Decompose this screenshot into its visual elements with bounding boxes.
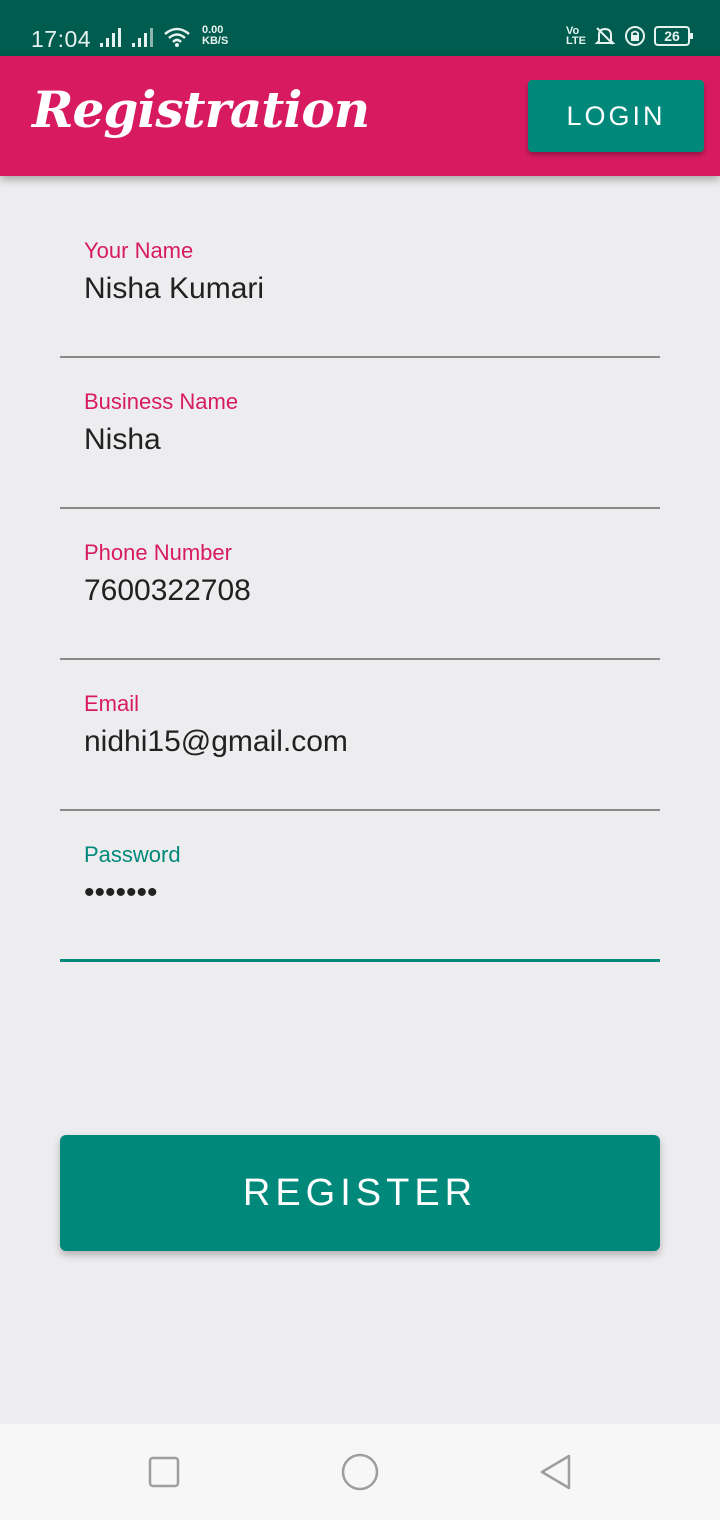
volte-icon: Vo LTE bbox=[566, 26, 586, 47]
rotation-lock-icon bbox=[625, 26, 645, 46]
register-button[interactable]: REGISTER bbox=[60, 1135, 660, 1251]
password-field[interactable]: Password ••••••• bbox=[60, 842, 660, 962]
signal-icon bbox=[100, 28, 121, 47]
battery-indicator: 26 bbox=[654, 26, 693, 46]
net-speed: 0.00 KB/S bbox=[202, 25, 228, 47]
home-circle-icon bbox=[341, 1453, 379, 1491]
email-field-label: Email bbox=[84, 691, 140, 716]
name-field[interactable]: Your Name Nisha Kumari bbox=[60, 238, 660, 358]
name-field-value[interactable]: Nisha Kumari bbox=[84, 272, 264, 306]
bell-off-icon bbox=[594, 27, 616, 45]
email-field-value[interactable]: nidhi15@gmail.com bbox=[84, 725, 348, 759]
volte-bottom: LTE bbox=[566, 35, 586, 47]
login-button[interactable]: LOGIN bbox=[528, 80, 704, 152]
business-name-field-label: Business Name bbox=[84, 389, 239, 414]
status-time: 17:04 bbox=[31, 26, 92, 52]
net-speed-unit: KB/S bbox=[202, 35, 229, 47]
status-bar: 17:04 0.00 KB/S Vo LTE 26 bbox=[0, 0, 720, 56]
page-title: Registration bbox=[32, 80, 370, 139]
signal-icon bbox=[132, 28, 153, 47]
home-button[interactable] bbox=[340, 1452, 380, 1492]
app-bar: Registration LOGIN bbox=[0, 56, 720, 176]
recents-button[interactable] bbox=[144, 1452, 184, 1492]
field-underline-focused bbox=[60, 959, 660, 962]
back-button[interactable] bbox=[536, 1452, 576, 1492]
business-name-field-value[interactable]: Nisha bbox=[84, 423, 161, 457]
back-triangle-icon bbox=[540, 1454, 571, 1490]
field-underline bbox=[60, 809, 660, 811]
status-icons-right: Vo LTE 26 bbox=[566, 25, 693, 47]
field-underline bbox=[60, 658, 660, 660]
phone-number-field-value[interactable]: 7600322708 bbox=[84, 574, 251, 608]
password-field-label: Password bbox=[84, 842, 181, 867]
phone-number-field[interactable]: Phone Number 7600322708 bbox=[60, 540, 660, 660]
phone-number-field-label: Phone Number bbox=[84, 540, 232, 565]
name-field-label: Your Name bbox=[84, 238, 194, 263]
recents-square-icon bbox=[148, 1456, 180, 1488]
navigation-bar bbox=[0, 1424, 720, 1520]
email-field[interactable]: Email nidhi15@gmail.com bbox=[60, 691, 660, 811]
field-underline bbox=[60, 507, 660, 509]
business-name-field[interactable]: Business Name Nisha bbox=[60, 389, 660, 509]
password-field-value[interactable]: ••••••• bbox=[84, 876, 158, 910]
wifi-icon bbox=[164, 27, 190, 47]
field-underline bbox=[60, 356, 660, 358]
status-icons-left: 0.00 KB/S bbox=[100, 25, 228, 47]
